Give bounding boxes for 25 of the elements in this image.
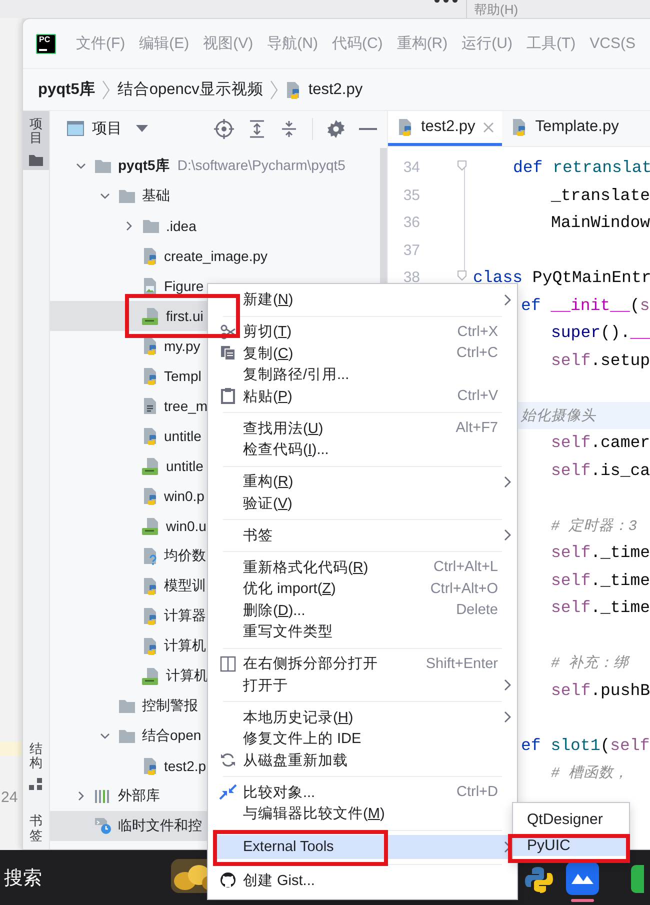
line-number: 35 <box>402 186 420 204</box>
code-line: self._time <box>551 570 650 590</box>
code-line: # 补充：绑 <box>551 654 628 672</box>
code-line: self.is_ca <box>551 460 650 480</box>
code-line: 始化摄像头 <box>521 407 596 425</box>
line-number: 34 <box>402 159 420 176</box>
app-logo: PC <box>36 34 56 54</box>
line-number: 38 <box>402 269 420 286</box>
code-line: _translate <box>551 186 650 205</box>
line-number: 36 <box>402 214 420 232</box>
number-text: 24 <box>0 789 19 806</box>
line-number: 37 <box>402 242 420 259</box>
code-line: self.pushB <box>551 680 650 700</box>
code-line: ef __init__(s <box>521 296 650 315</box>
code-line: # 定时器：3 <box>551 516 638 535</box>
code-line: self._time <box>551 598 650 618</box>
code-line: self.setup <box>551 350 650 370</box>
code-line: class PyQtMainEntr <box>473 268 650 288</box>
code-line: super().__ <box>551 323 650 342</box>
code-line: def retranslat <box>513 158 650 178</box>
code-line: self._time <box>551 543 650 562</box>
code-line: self.camer <box>551 433 650 452</box>
code-line: MainWindow <box>551 213 650 232</box>
code-line: ef slot1(self <box>521 736 650 755</box>
code-line: # 槽函数， <box>551 764 628 782</box>
